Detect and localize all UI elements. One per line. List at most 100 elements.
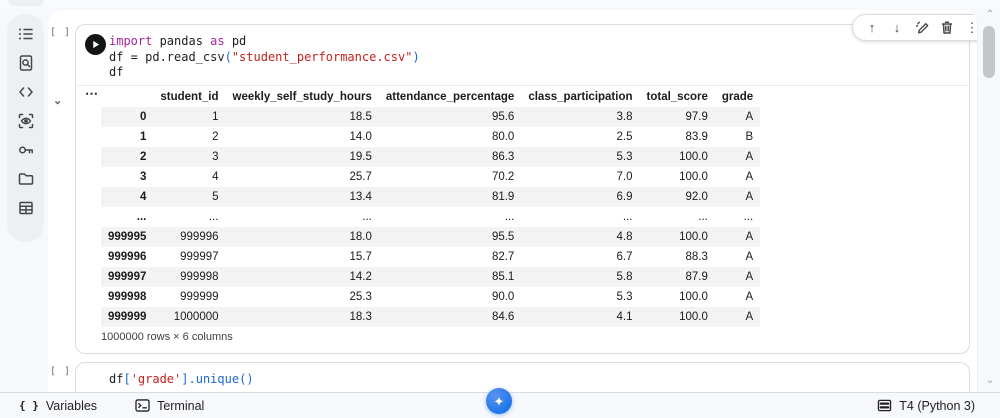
delete-cell-button[interactable] — [937, 18, 957, 38]
terminal-label: Terminal — [157, 398, 205, 413]
move-cell-up-button[interactable]: ↑ — [862, 18, 882, 38]
gemini-button[interactable]: ✦ — [486, 388, 512, 414]
code-token: 'grade' — [130, 372, 182, 386]
table-cell: A — [745, 251, 754, 263]
table-cell: A — [745, 291, 754, 303]
table-cell: 83.9 — [685, 131, 708, 143]
table-row: 999998 999999 25.3 90.0 5.3 100.0 A — [101, 287, 760, 307]
table-cell: 86.3 — [491, 151, 515, 163]
variables-button[interactable]: { } Variables — [19, 399, 97, 413]
table-row: 999999 1000000 18.3 84.6 4.1 100.0 A — [101, 307, 761, 327]
column-header: total_score — [646, 91, 708, 103]
execution-indicator: [ ] — [50, 27, 72, 38]
table-cell: 2.5 — [616, 131, 633, 143]
scan-eye-icon[interactable] — [17, 112, 35, 130]
table-cell: 999999 — [180, 291, 219, 303]
table-cell: 6.7 — [616, 251, 633, 263]
table-cell: 999997 — [180, 251, 219, 263]
secrets-key-icon[interactable] — [17, 141, 35, 159]
scrollbar-thumb[interactable] — [983, 26, 995, 78]
table-cell: 5 — [212, 191, 219, 203]
column-header: grade — [721, 91, 754, 103]
code-line: df — [109, 65, 420, 81]
scroll-up-icon[interactable]: ⌃ — [984, 10, 996, 20]
code-editor[interactable]: import pandas as pd df = pd.read_csv("stu… — [109, 34, 420, 81]
table-of-contents-icon[interactable] — [17, 25, 35, 43]
table-cell: 5.3 — [616, 151, 633, 163]
table-cell: 100.0 — [679, 151, 708, 163]
code-token: .unique — [188, 372, 240, 386]
execution-indicator: [ ] — [50, 366, 72, 377]
table-cell: A — [745, 311, 754, 323]
code-token: df — [109, 65, 124, 79]
table-cell: 13.4 — [349, 191, 372, 203]
table-cell: 19.5 — [349, 151, 372, 163]
row-index-cell: 999999 — [108, 311, 147, 323]
row-index-cell: 999995 — [108, 231, 147, 243]
row-index-cell: 999996 — [108, 251, 147, 263]
table-cell: A — [745, 271, 754, 283]
terminal-button[interactable]: Terminal — [135, 399, 204, 413]
left-sidebar — [7, 14, 44, 242]
table-cell: 4 — [212, 171, 219, 183]
table-cell: 4.8 — [616, 231, 633, 243]
table-cell: B — [745, 131, 754, 143]
code-token: df = pd.read_csv — [109, 49, 225, 64]
edit-cell-button[interactable] — [912, 18, 932, 38]
code-snippets-icon[interactable] — [17, 83, 35, 101]
run-cell-button[interactable] — [85, 34, 106, 55]
scroll-down-icon[interactable]: ⌄ — [984, 376, 996, 386]
code-token: pandas — [152, 34, 211, 48]
table-cell: 25.7 — [349, 171, 372, 183]
table-cell: 80.0 — [491, 131, 515, 143]
table-cell: A — [745, 171, 754, 183]
table-cell: 14.0 — [349, 131, 372, 143]
code-token: ) — [412, 49, 420, 64]
table-cell: 85.1 — [491, 271, 515, 283]
more-options-icon[interactable]: ⋮ — [962, 18, 978, 38]
code-token: [ — [123, 372, 131, 386]
files-folder-icon[interactable] — [17, 170, 35, 188]
row-index-cell: 3 — [139, 171, 147, 183]
table-cell: 6.9 — [616, 191, 633, 203]
table-cell: 95.6 — [491, 111, 515, 123]
dataframe-output: student_id weekly_self_study_hours attenda… — [101, 87, 761, 327]
table-cell: A — [745, 231, 754, 243]
table-cell: 3 — [212, 151, 219, 163]
table-cell: 97.9 — [685, 111, 708, 123]
runtime-selector[interactable]: T4 (Python 3) — [877, 399, 975, 413]
table-cell: A — [745, 151, 754, 163]
table-cell: 5.3 — [616, 291, 633, 303]
table-row: 999997 999998 14.2 85.1 5.8 87.9 A — [101, 267, 761, 287]
column-header: weekly_self_study_hours — [232, 91, 372, 103]
table-cell: ... — [698, 211, 708, 223]
column-header: class_participation — [528, 91, 633, 103]
variables-label: Variables — [45, 398, 98, 413]
table-cell: 87.9 — [685, 271, 708, 283]
table-cell: 999998 — [180, 271, 219, 283]
code-token: ] — [181, 372, 189, 386]
data-table-icon[interactable] — [17, 199, 35, 217]
collapse-output-chevron-icon[interactable]: ⌄ — [53, 96, 62, 107]
table-cell: 1000000 — [173, 311, 219, 323]
output-options-icon[interactable]: ⋯ — [85, 87, 99, 100]
code-editor[interactable]: df['grade'].unique() — [109, 372, 254, 388]
header-remnant-pill — [8, 0, 44, 6]
table-row: 2 3 19.5 86.3 5.3 100.0 A — [101, 147, 761, 167]
column-header: student_id — [160, 91, 219, 103]
code-token: import — [109, 34, 153, 48]
row-index-cell: 0 — [139, 111, 147, 123]
table-cell: 90.0 — [491, 291, 515, 303]
table-row: 999996 999997 15.7 82.7 6.7 88.3 A — [101, 247, 760, 267]
gpu-chip-icon — [878, 399, 892, 412]
row-index-cell: 999997 — [108, 271, 147, 283]
table-cell: 100.0 — [679, 171, 708, 183]
dataframe-summary: 1000000 rows × 6 columns — [101, 331, 233, 343]
find-in-document-icon[interactable] — [17, 54, 35, 72]
row-index-cell: ... — [136, 211, 147, 223]
table-cell: A — [745, 191, 754, 203]
table-header-row: student_id weekly_self_study_hours attenda… — [101, 87, 760, 107]
table-cell: 14.2 — [349, 271, 372, 283]
column-header — [101, 87, 153, 107]
move-cell-down-button[interactable]: ↓ — [887, 18, 907, 38]
